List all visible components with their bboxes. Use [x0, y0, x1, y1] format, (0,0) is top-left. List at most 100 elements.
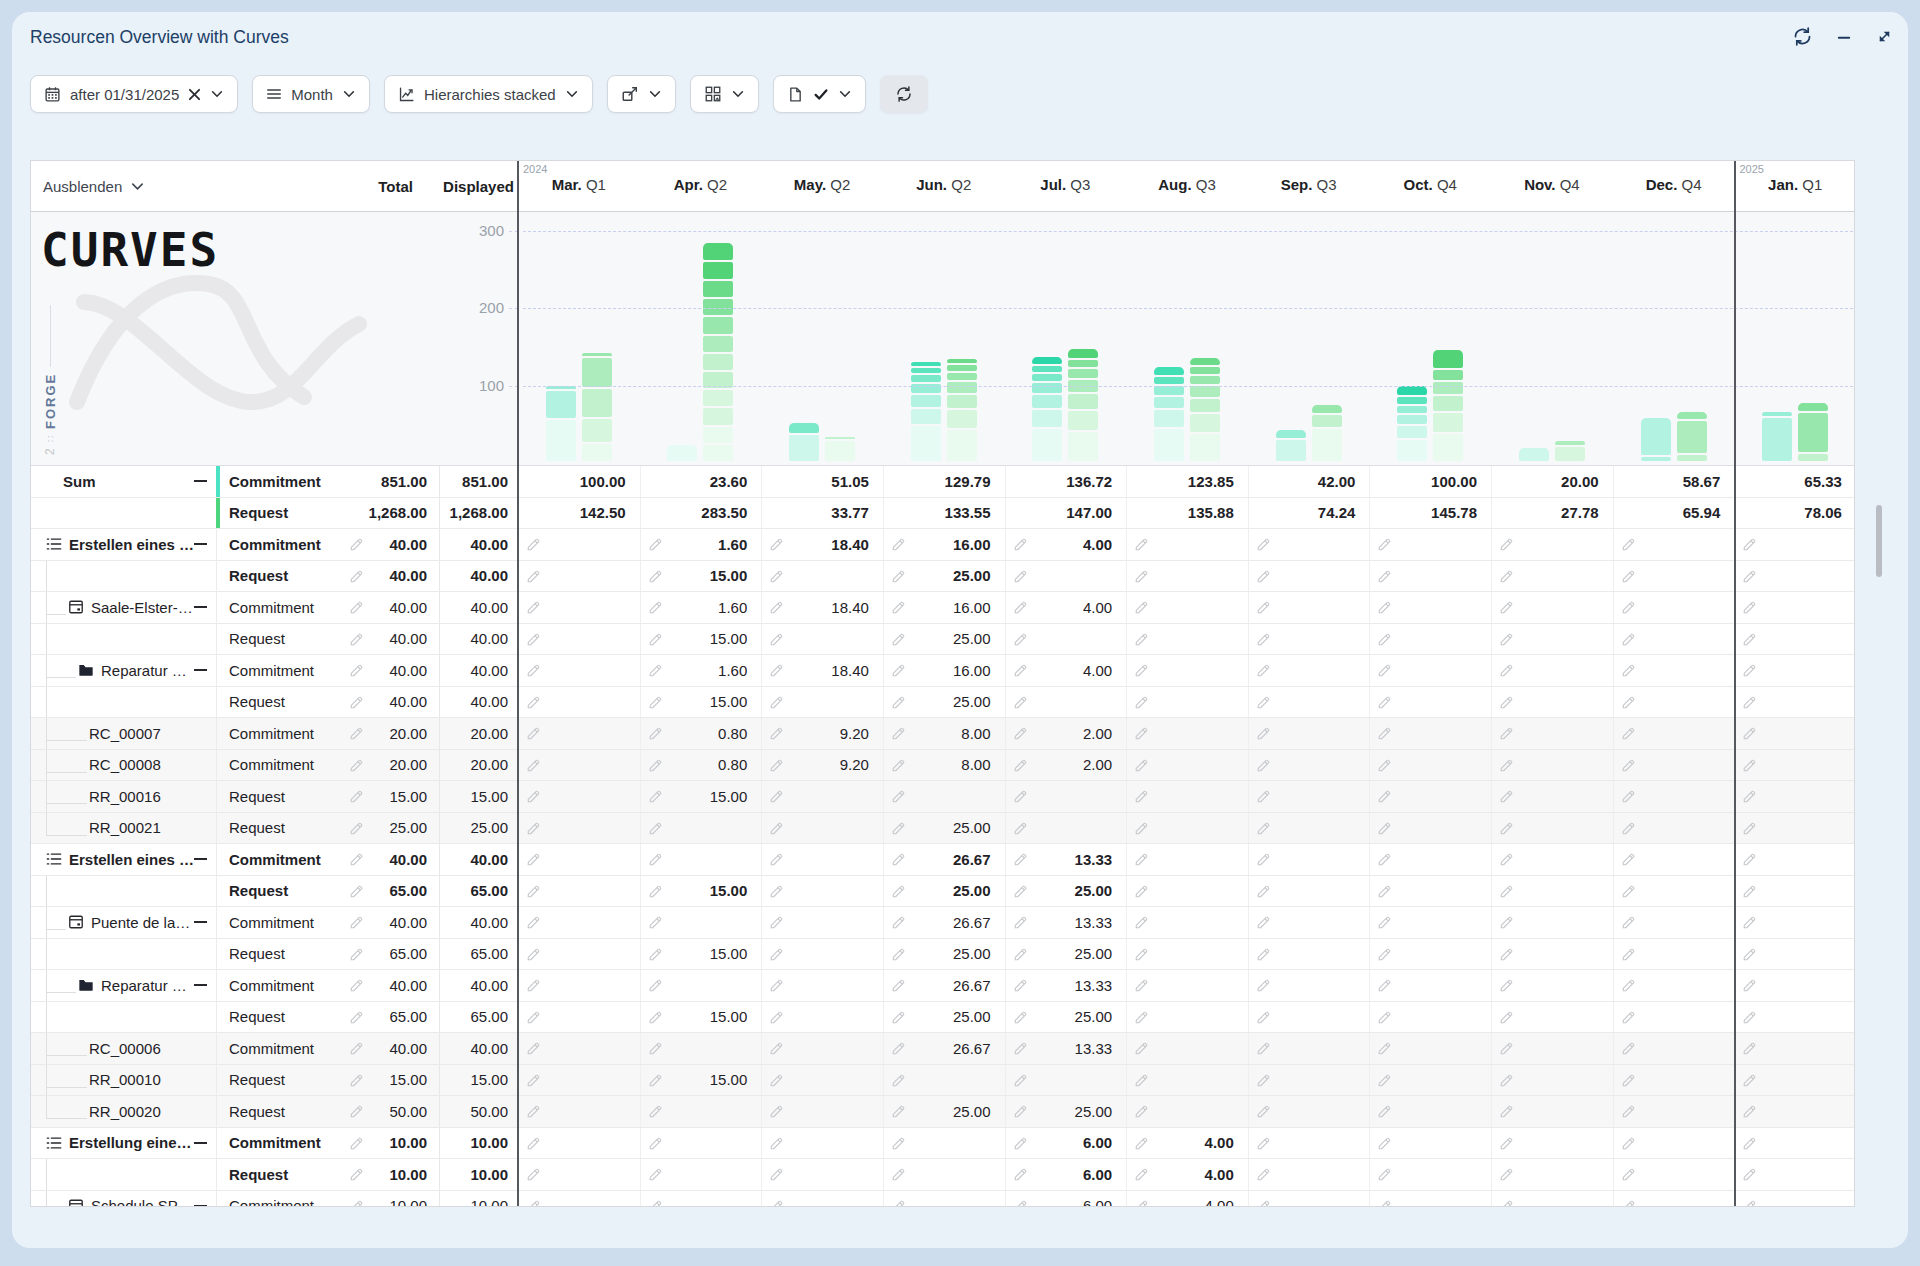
total-cell[interactable]: 10.00 — [331, 1128, 439, 1159]
month-value-cell[interactable] — [883, 1159, 1005, 1190]
total-cell[interactable]: 40.00 — [331, 529, 439, 560]
edit-pencil-icon[interactable] — [1013, 789, 1028, 804]
month-value-cell[interactable] — [1126, 907, 1248, 938]
month-value-cell[interactable]: 13.33 — [1005, 970, 1127, 1001]
edit-pencil-icon[interactable] — [1377, 569, 1392, 584]
month-value-cell[interactable]: 2.00 — [1005, 718, 1127, 749]
edit-pencil-icon[interactable] — [526, 758, 541, 773]
month-value-cell[interactable] — [1369, 561, 1491, 592]
month-value-cell[interactable] — [518, 1002, 640, 1033]
edit-pencil-icon[interactable] — [1621, 978, 1636, 993]
month-value-cell[interactable]: 18.40 — [761, 592, 883, 623]
edit-pencil-icon[interactable] — [648, 821, 663, 836]
month-value-cell[interactable] — [1491, 907, 1613, 938]
edit-pencil-icon[interactable] — [1499, 1136, 1514, 1151]
edit-pencil-icon[interactable] — [1134, 978, 1149, 993]
edit-pencil-icon[interactable] — [1621, 1041, 1636, 1056]
edit-pencil-icon[interactable] — [1499, 1041, 1514, 1056]
edit-pencil-icon[interactable] — [1621, 1010, 1636, 1025]
month-value-cell[interactable] — [761, 781, 883, 812]
edit-pencil-icon[interactable] — [526, 726, 541, 741]
edit-pencil-icon[interactable] — [1499, 789, 1514, 804]
month-value-cell[interactable]: 25.00 — [1005, 1096, 1127, 1127]
month-value-cell[interactable] — [1248, 970, 1370, 1001]
edit-pencil-icon[interactable] — [648, 884, 663, 899]
month-value-cell[interactable] — [1491, 1065, 1613, 1096]
edit-pencil-icon[interactable] — [1013, 1073, 1028, 1088]
edit-pencil-icon[interactable] — [1499, 884, 1514, 899]
edit-pencil-icon[interactable] — [1256, 821, 1271, 836]
edit-pencil-icon[interactable] — [1256, 915, 1271, 930]
month-value-cell[interactable] — [1491, 1096, 1613, 1127]
month-value-cell[interactable] — [761, 1002, 883, 1033]
edit-pencil-icon[interactable] — [891, 852, 906, 867]
month-value-cell[interactable] — [1369, 718, 1491, 749]
edit-pencil-icon[interactable] — [1621, 789, 1636, 804]
month-value-cell[interactable]: 1.60 — [640, 655, 762, 686]
edit-pencil-icon[interactable] — [1013, 632, 1028, 647]
edit-pencil-icon[interactable] — [648, 1104, 663, 1119]
edit-pencil-icon[interactable] — [1499, 726, 1514, 741]
month-value-cell[interactable] — [1734, 876, 1855, 907]
edit-pencil-icon[interactable] — [891, 569, 906, 584]
total-cell[interactable]: 50.00 — [331, 1096, 439, 1127]
month-value-cell[interactable]: 16.00 — [883, 655, 1005, 686]
interval-button[interactable]: Month — [252, 75, 370, 113]
edit-pencil-icon[interactable] — [1499, 569, 1514, 584]
edit-pencil-icon[interactable] — [1742, 663, 1757, 678]
month-value-cell[interactable]: 15.00 — [640, 687, 762, 718]
edit-pencil-icon[interactable] — [1013, 821, 1028, 836]
month-value-cell[interactable] — [1248, 813, 1370, 844]
edit-pencil-icon[interactable] — [1134, 789, 1149, 804]
edit-pencil-icon[interactable] — [1134, 569, 1149, 584]
edit-pencil-icon[interactable] — [1742, 978, 1757, 993]
month-value-cell[interactable]: 1.60 — [640, 592, 762, 623]
month-value-cell[interactable]: 9.20 — [761, 718, 883, 749]
edit-pencil-icon[interactable] — [526, 537, 541, 552]
edit-pencil-icon[interactable] — [1742, 726, 1757, 741]
month-value-cell[interactable] — [1248, 876, 1370, 907]
edit-pencil-icon[interactable] — [1742, 1010, 1757, 1025]
edit-pencil-icon[interactable] — [526, 1073, 541, 1088]
edit-pencil-icon[interactable] — [1377, 884, 1392, 899]
total-cell[interactable]: 20.00 — [331, 750, 439, 781]
month-value-cell[interactable] — [1126, 970, 1248, 1001]
month-value-cell[interactable]: 15.00 — [640, 939, 762, 970]
month-value-cell[interactable] — [761, 939, 883, 970]
collapse-toggle[interactable] — [194, 984, 207, 986]
edit-pencil-icon[interactable] — [1134, 663, 1149, 678]
date-filter-button[interactable]: after 01/31/2025 — [30, 75, 238, 113]
month-value-cell[interactable] — [640, 970, 762, 1001]
month-value-cell[interactable] — [1126, 687, 1248, 718]
edit-pencil-icon[interactable] — [1013, 947, 1028, 962]
month-value-cell[interactable] — [1613, 1002, 1735, 1033]
edit-pencil-icon[interactable] — [526, 1104, 541, 1119]
edit-pencil-icon[interactable] — [1256, 726, 1271, 741]
edit-pencil-icon[interactable] — [349, 758, 364, 773]
edit-pencil-icon[interactable] — [1256, 852, 1271, 867]
month-value-cell[interactable] — [1734, 561, 1855, 592]
edit-pencil-icon[interactable] — [769, 789, 784, 804]
month-value-cell[interactable] — [1734, 1065, 1855, 1096]
edit-pencil-icon[interactable] — [1134, 1010, 1149, 1025]
edit-pencil-icon[interactable] — [1013, 537, 1028, 552]
minimize-icon[interactable] — [1835, 28, 1853, 46]
edit-pencil-icon[interactable] — [1377, 1104, 1392, 1119]
document-check-button[interactable] — [773, 75, 866, 113]
edit-pencil-icon[interactable] — [1256, 537, 1271, 552]
month-value-cell[interactable] — [1369, 813, 1491, 844]
edit-pencil-icon[interactable] — [1742, 758, 1757, 773]
month-value-cell[interactable] — [1369, 876, 1491, 907]
month-value-cell[interactable] — [761, 624, 883, 655]
hide-column-control[interactable]: Ausblenden — [43, 161, 145, 212]
edit-pencil-icon[interactable] — [1256, 1041, 1271, 1056]
month-value-cell[interactable] — [1369, 592, 1491, 623]
month-value-cell[interactable] — [640, 1096, 762, 1127]
month-value-cell[interactable] — [1248, 1128, 1370, 1159]
month-value-cell[interactable] — [518, 876, 640, 907]
month-value-cell[interactable] — [1734, 592, 1855, 623]
month-value-cell[interactable] — [761, 970, 883, 1001]
month-value-cell[interactable] — [1248, 624, 1370, 655]
month-value-cell[interactable] — [518, 970, 640, 1001]
edit-pencil-icon[interactable] — [349, 1199, 364, 1208]
